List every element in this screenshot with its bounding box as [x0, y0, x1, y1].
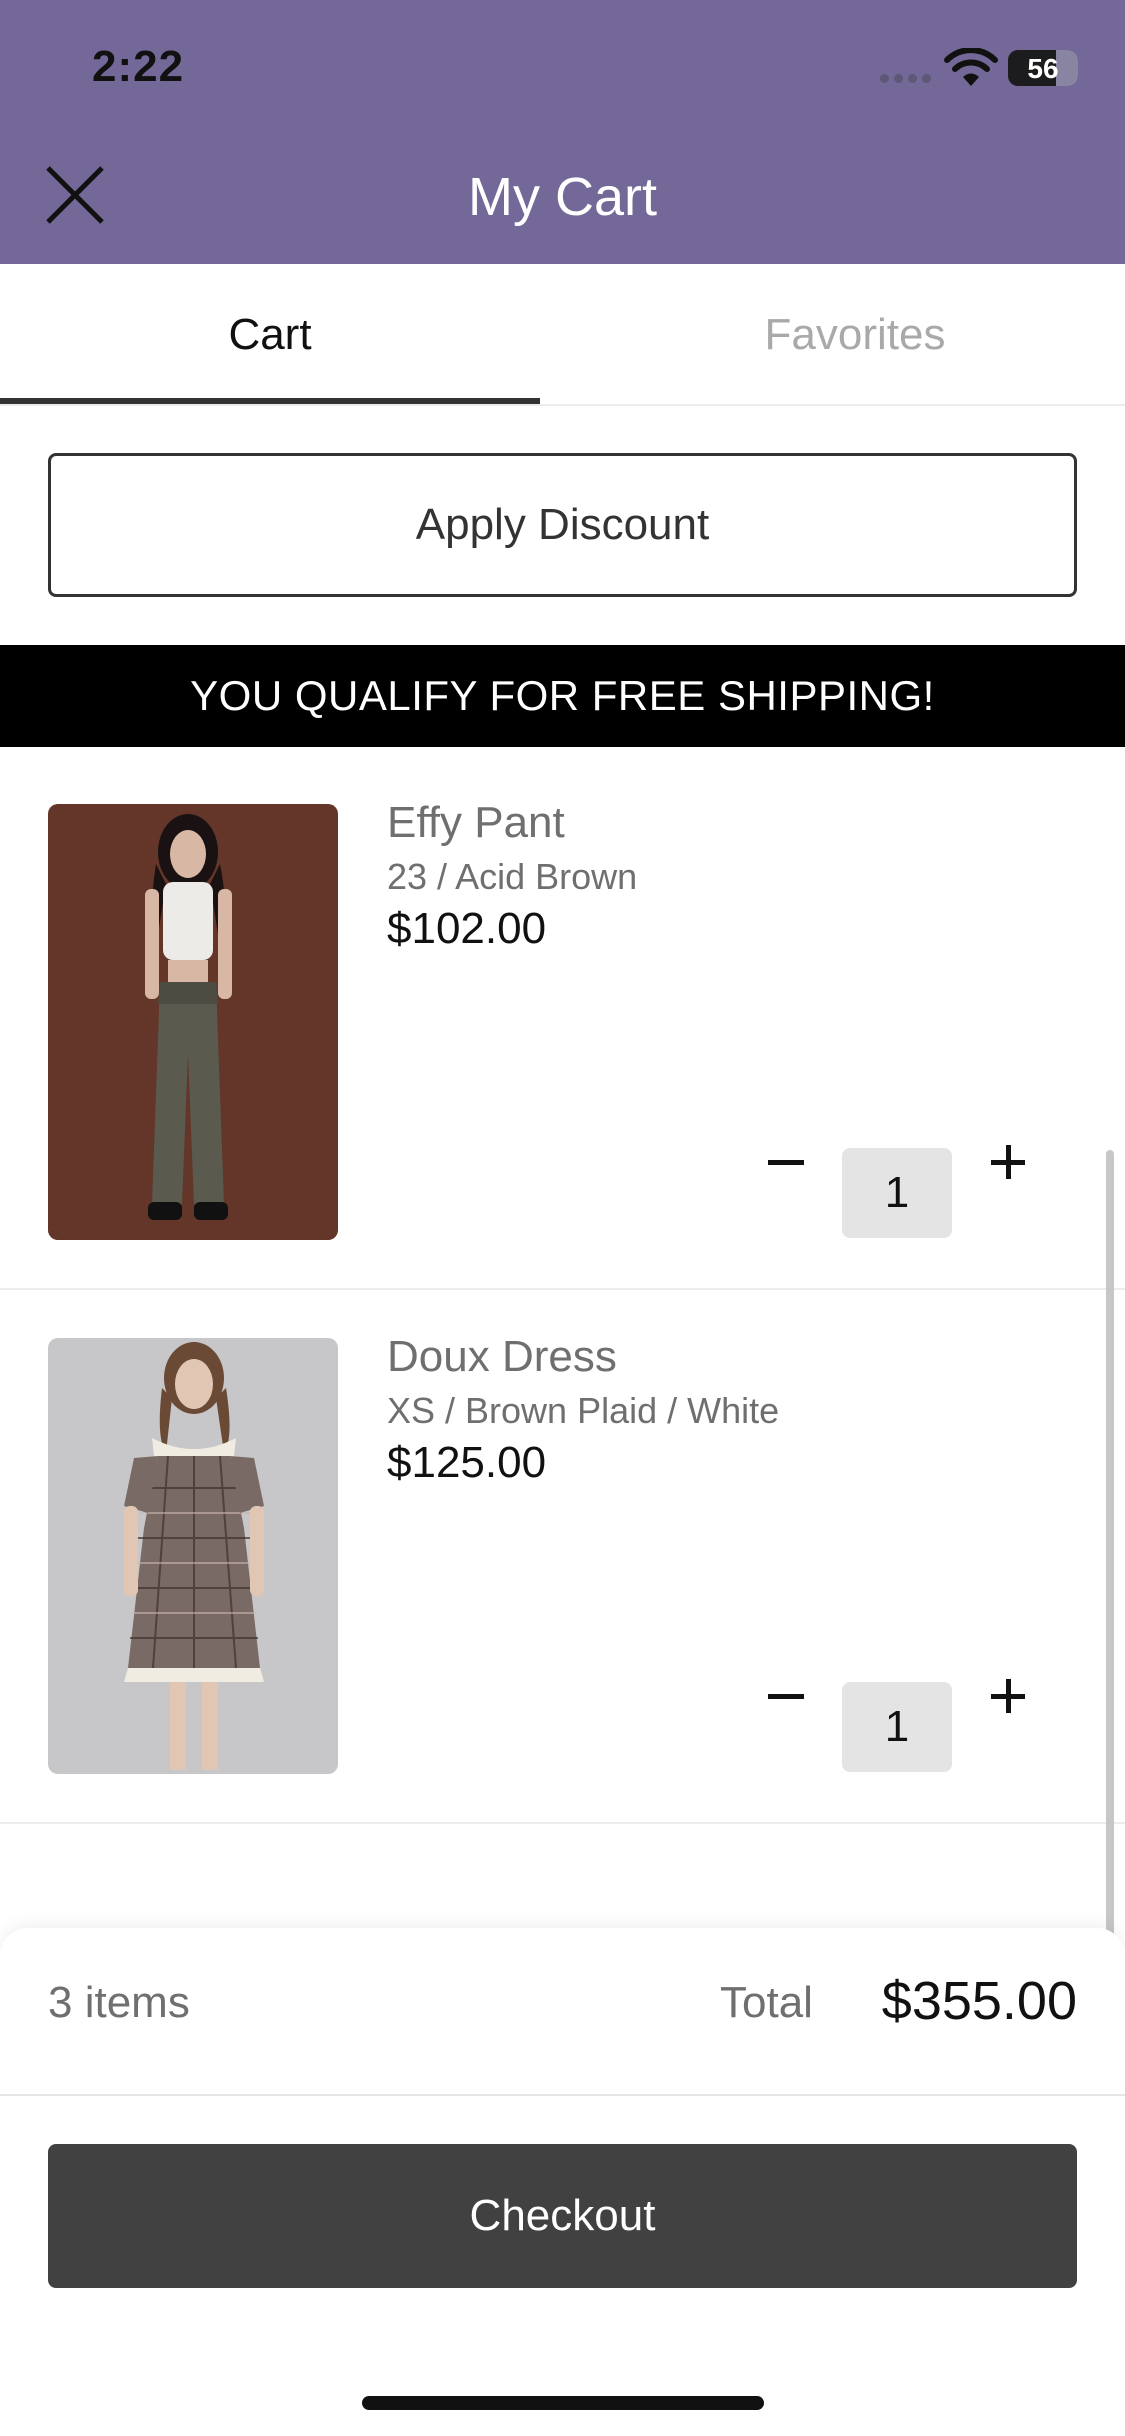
scrollbar[interactable]: [1106, 1150, 1114, 1940]
decrease-quantity-button[interactable]: [758, 1668, 814, 1724]
quantity-value: 1: [842, 1682, 952, 1772]
apply-discount-button[interactable]: Apply Discount: [48, 453, 1077, 597]
wifi-icon: [944, 48, 998, 86]
page-title: My Cart: [468, 167, 657, 227]
items-count: 3 items: [48, 1978, 190, 2027]
checkout-button[interactable]: Checkout: [48, 2144, 1077, 2288]
increase-quantity-button[interactable]: [980, 1134, 1036, 1190]
battery-level: 56: [1027, 53, 1059, 84]
divider: [0, 2094, 1125, 2096]
tab-cart[interactable]: Cart: [0, 264, 540, 406]
minus-icon: [768, 1159, 804, 1165]
quantity-value: 1: [842, 1148, 952, 1238]
product-variant: XS / Brown Plaid / White: [387, 1390, 780, 1431]
total-value: $355.00: [881, 1971, 1077, 2031]
increase-quantity-button[interactable]: [980, 1668, 1036, 1724]
cart-item: Doux Dress XS / Brown Plaid / White $125…: [0, 1290, 1125, 1824]
battery-icon: 56: [1008, 50, 1078, 86]
product-variant: 23 / Acid Brown: [387, 856, 638, 897]
product-name[interactable]: Doux Dress: [387, 1332, 617, 1382]
header-bar: 2:22 56 My Cart: [0, 0, 1125, 264]
tab-favorites[interactable]: Favorites: [585, 264, 1125, 406]
cart-item: Effy Pant 23 / Acid Brown $102.00 1: [0, 756, 1125, 1290]
total-label: Total: [720, 1978, 813, 2027]
product-image[interactable]: [48, 1338, 338, 1774]
status-time: 2:22: [92, 42, 185, 91]
cart-summary: 3 items Total $355.00 Checkout: [0, 1928, 1125, 2436]
product-name[interactable]: Effy Pant: [387, 798, 565, 848]
signal-icon: [880, 74, 931, 83]
minus-icon: [768, 1693, 804, 1699]
home-indicator[interactable]: [362, 2396, 764, 2410]
free-shipping-banner: YOU QUALIFY FOR FREE SHIPPING!: [0, 645, 1125, 747]
tab-bar: Cart Favorites: [0, 264, 1125, 406]
active-tab-indicator: [0, 398, 540, 404]
product-image[interactable]: [48, 804, 338, 1240]
product-price: $102.00: [387, 904, 547, 953]
product-price: $125.00: [387, 1438, 547, 1487]
decrease-quantity-button[interactable]: [758, 1134, 814, 1190]
